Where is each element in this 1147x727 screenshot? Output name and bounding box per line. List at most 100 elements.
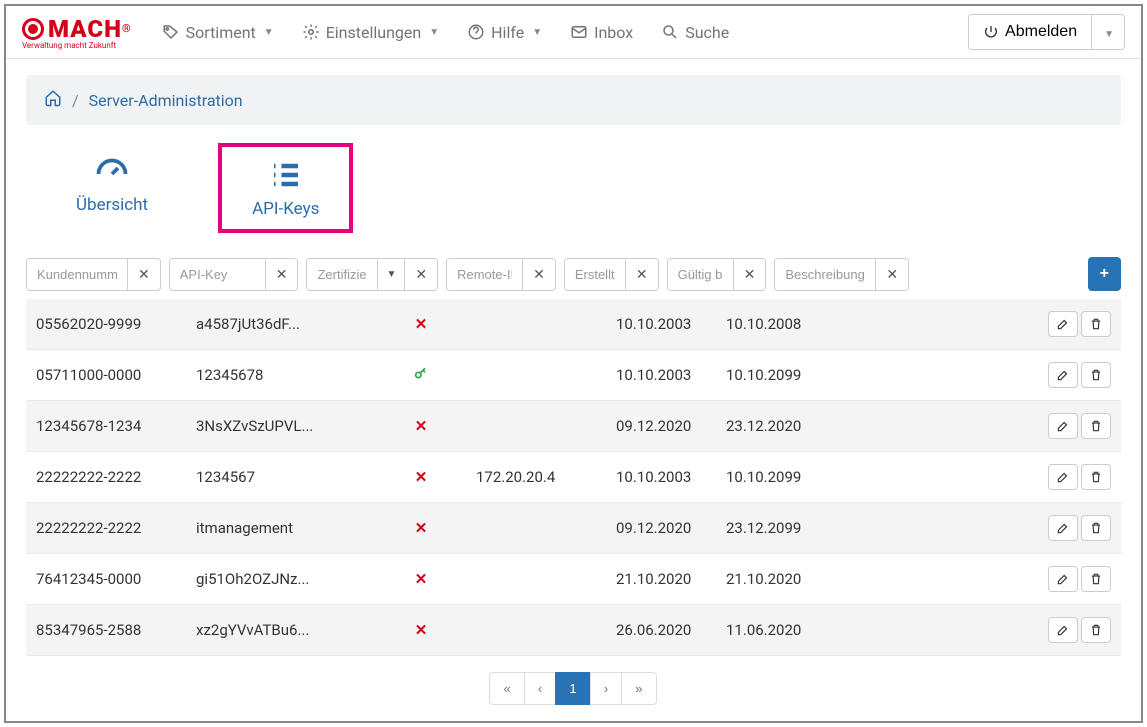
home-icon [44, 89, 62, 107]
nav-hilfe[interactable]: Hilfe ▼ [457, 17, 552, 48]
page-current[interactable]: 1 [555, 672, 590, 705]
filter-remoteip-input[interactable] [447, 259, 522, 290]
cell-desc [826, 503, 1035, 554]
filter-apikey: ✕ [169, 258, 299, 291]
delete-button[interactable] [1081, 464, 1111, 490]
delete-button[interactable] [1081, 362, 1111, 388]
filter-clear[interactable]: ✕ [404, 259, 437, 290]
caret-icon: ▼ [429, 27, 439, 38]
search-icon [661, 23, 679, 41]
cell-kundennummer: 22222222-2222 [26, 452, 186, 503]
x-icon: ✕ [415, 468, 428, 486]
delete-button[interactable] [1081, 617, 1111, 643]
edit-button[interactable] [1048, 311, 1078, 337]
cell-kundennummer: 05562020-9999 [26, 299, 186, 350]
cell-kundennummer: 12345678-1234 [26, 401, 186, 452]
delete-button[interactable] [1081, 566, 1111, 592]
logout-button[interactable]: Abmelden [968, 14, 1092, 50]
nav-inbox[interactable]: Inbox [560, 17, 643, 48]
filter-gueltig: ✕ [667, 258, 767, 291]
filter-gueltig-input[interactable] [668, 259, 733, 290]
list-icon [266, 157, 306, 193]
cell-valid: 23.12.2099 [716, 503, 826, 554]
filter-erstellt: ✕ [564, 258, 659, 291]
nav-suche[interactable]: Suche [651, 17, 739, 48]
cell-ip [466, 605, 606, 656]
edit-button[interactable] [1048, 515, 1078, 541]
cell-valid: 10.10.2099 [716, 350, 826, 401]
filter-apikey-input[interactable] [170, 259, 265, 290]
add-button[interactable]: + [1088, 257, 1121, 291]
cell-ip [466, 503, 606, 554]
gauge-icon [92, 153, 132, 189]
mail-icon [570, 23, 588, 41]
breadcrumb-home[interactable] [44, 89, 62, 111]
filter-clear[interactable]: ✕ [127, 259, 160, 290]
logo-icon [22, 18, 44, 40]
cell-desc [826, 554, 1035, 605]
cell-created: 21.10.2020 [606, 554, 716, 605]
cell-apikey: a4587jUt36dF... [186, 299, 376, 350]
cell-cert: ✕ [376, 503, 466, 554]
nav-sortiment[interactable]: Sortiment ▼ [152, 17, 284, 48]
tag-icon [162, 23, 180, 41]
cell-created: 09.12.2020 [606, 401, 716, 452]
pagination: « ‹ 1 › » [6, 656, 1141, 721]
breadcrumb-current[interactable]: Server-Administration [89, 91, 243, 110]
delete-button[interactable] [1081, 311, 1111, 337]
filter-erstellt-input[interactable] [565, 259, 625, 290]
filter-zertifiziert-input[interactable] [307, 259, 377, 290]
caret-icon: ▼ [532, 27, 542, 38]
cell-desc [826, 452, 1035, 503]
tab-bar: Übersicht API-Keys [6, 133, 1141, 249]
gear-icon [302, 23, 320, 41]
cell-desc [826, 350, 1035, 401]
edit-button[interactable] [1048, 617, 1078, 643]
table-row: 22222222-2222itmanagement✕ 09.12.202023.1… [26, 503, 1121, 554]
page-next[interactable]: › [590, 672, 622, 705]
x-icon: ✕ [415, 621, 428, 639]
cell-cert: ✕ [376, 605, 466, 656]
cell-ip [466, 299, 606, 350]
page-last[interactable]: » [621, 672, 656, 705]
logo-text: MACH [48, 15, 122, 43]
filter-beschreibung-input[interactable] [775, 259, 875, 290]
filter-clear[interactable]: ✕ [625, 259, 658, 290]
caret-icon: ▼ [264, 27, 274, 38]
edit-button[interactable] [1048, 464, 1078, 490]
cell-valid: 10.10.2099 [716, 452, 826, 503]
cell-ip [466, 350, 606, 401]
logout-dropdown[interactable]: ▼ [1092, 14, 1125, 50]
cell-created: 09.12.2020 [606, 503, 716, 554]
nav-einstellungen[interactable]: Einstellungen ▼ [292, 17, 449, 48]
tab-apikeys[interactable]: API-Keys [218, 143, 353, 233]
filter-clear[interactable]: ✕ [522, 259, 555, 290]
filter-clear[interactable]: ✕ [733, 259, 766, 290]
filter-kundennummer-input[interactable] [27, 259, 127, 290]
table-row: 76412345-0000gi51Oh2OZJNz...✕21.10.20202… [26, 554, 1121, 605]
filter-dropdown[interactable]: ▼ [377, 259, 404, 290]
cell-kundennummer: 76412345-0000 [26, 554, 186, 605]
cell-apikey: gi51Oh2OZJNz... [186, 554, 376, 605]
edit-button[interactable] [1048, 413, 1078, 439]
filter-clear[interactable]: ✕ [265, 259, 298, 290]
page-prev[interactable]: ‹ [524, 672, 556, 705]
page-first[interactable]: « [489, 672, 524, 705]
cell-created: 10.10.2003 [606, 452, 716, 503]
tab-overview[interactable]: Übersicht [46, 143, 178, 233]
cell-ip: 172.20.20.4 [466, 452, 606, 503]
cell-apikey: itmanagement [186, 503, 376, 554]
cell-ip [466, 401, 606, 452]
logo[interactable]: MACH® Verwaltung macht Zukunft [22, 15, 132, 50]
filter-remoteip: ✕ [446, 258, 556, 291]
cell-cert [376, 350, 466, 401]
delete-button[interactable] [1081, 515, 1111, 541]
edit-button[interactable] [1048, 362, 1078, 388]
delete-button[interactable] [1081, 413, 1111, 439]
edit-button[interactable] [1048, 566, 1078, 592]
filter-clear[interactable]: ✕ [875, 259, 908, 290]
cell-kundennummer: 22222222-2222 [26, 503, 186, 554]
cell-valid: 10.10.2008 [716, 299, 826, 350]
cell-kundennummer: 05711000-0000 [26, 350, 186, 401]
filter-zertifiziert: ▼ ✕ [306, 258, 438, 291]
